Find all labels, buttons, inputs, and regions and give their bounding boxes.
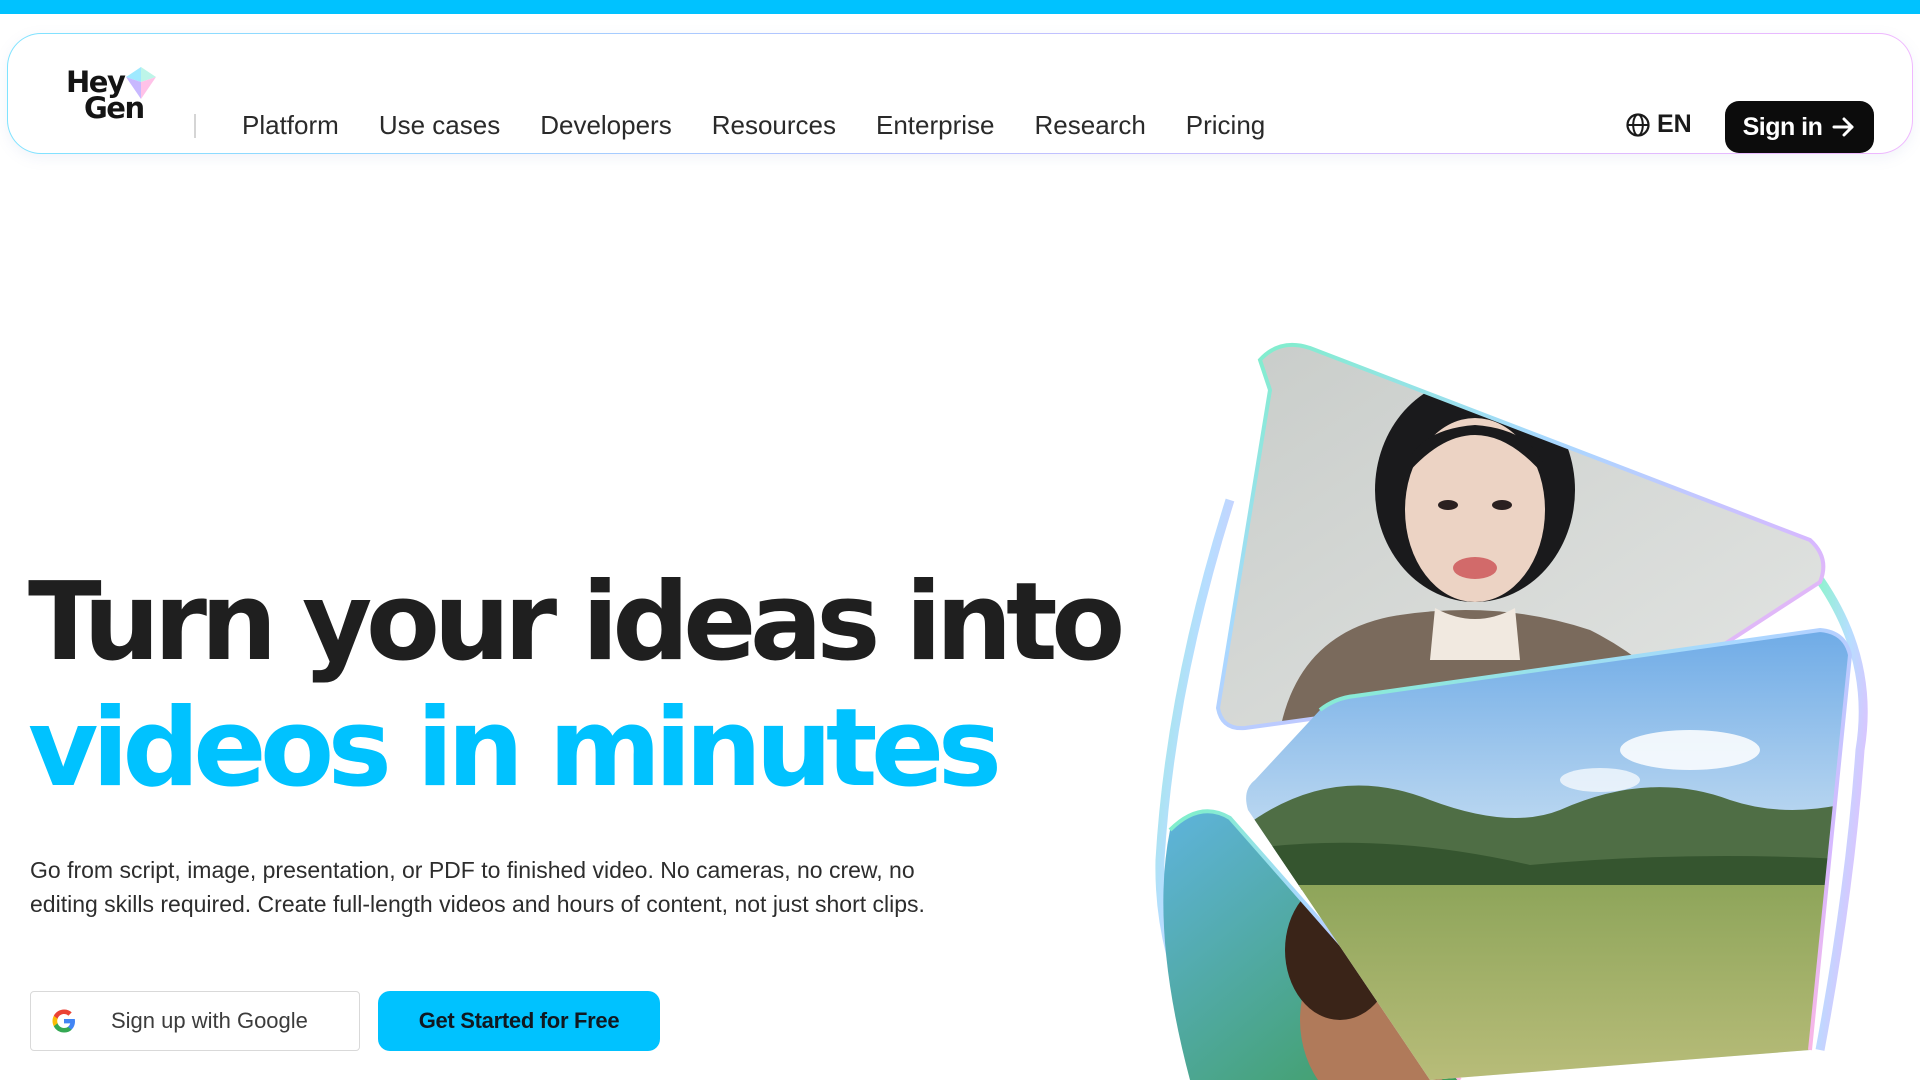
hero-headline-line1: Turn your ideas into	[28, 560, 1125, 685]
nav-divider	[194, 114, 196, 138]
top-accent-strip	[0, 0, 1920, 14]
nav-link-platform[interactable]: Platform	[242, 106, 339, 144]
language-label: EN	[1657, 110, 1692, 138]
get-started-button[interactable]: Get Started for Free	[378, 991, 660, 1051]
nav-link-resources[interactable]: Resources	[712, 106, 836, 144]
nav-link-use-cases[interactable]: Use cases	[379, 106, 500, 144]
get-started-label: Get Started for Free	[418, 1008, 620, 1033]
main-nav: Platform Use cases Developers Resources …	[242, 106, 1265, 144]
top-navbar: Hey Gen Platform Use cases Developers Re…	[7, 33, 1913, 154]
nav-link-enterprise[interactable]: Enterprise	[876, 106, 995, 144]
sign-in-button[interactable]: Sign in	[1725, 101, 1874, 153]
logo-mark-icon	[126, 67, 156, 99]
nav-link-developers[interactable]: Developers	[540, 106, 672, 144]
nav-link-research[interactable]: Research	[1035, 106, 1146, 144]
google-icon	[52, 1009, 75, 1033]
hero-description: Go from script, image, presentation, or …	[30, 857, 925, 917]
google-signup-button[interactable]: Sign up with Google	[30, 991, 360, 1051]
sign-in-label: Sign in	[1742, 112, 1823, 141]
hero-headline: Turn your ideas into videos in minutes	[28, 560, 1188, 812]
hero-video-collage	[1155, 343, 1868, 1080]
globe-icon	[1626, 112, 1650, 137]
arrow-right-icon	[1832, 117, 1854, 137]
google-signup-label: Sign up with Google	[111, 1008, 308, 1033]
heygen-logo[interactable]: Hey Gen	[56, 62, 166, 128]
hero-headline-line2: videos in minutes	[28, 686, 1002, 811]
nav-link-pricing[interactable]: Pricing	[1186, 106, 1265, 144]
language-selector[interactable]: EN	[1625, 110, 1692, 139]
